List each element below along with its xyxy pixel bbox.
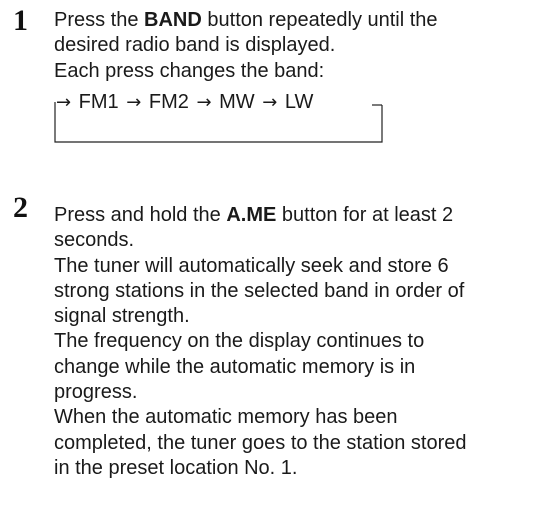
step-2-line: signal strength. (54, 305, 190, 328)
band-fm1: FM1 (78, 91, 119, 113)
step-2-line: strong stations in the selected band in … (54, 279, 465, 302)
band-cycle-row: → FM1 → FM2 → MW → LW (54, 90, 313, 115)
step-2-line-1-after: button for at least 2 (276, 204, 454, 226)
step-2-line: The frequency on the display continues t… (54, 330, 425, 353)
step-2-line: in the preset location No. 1. (54, 456, 298, 479)
cycle-arrow-icon: → (126, 92, 142, 113)
step-2-number: 2 (13, 191, 28, 224)
step-1-line-1-after: button repeatedly until the (201, 9, 438, 31)
step-2-line-1-before: Press and hold the (54, 204, 227, 226)
step-2-line-1: Press and hold the A.ME button for at le… (54, 203, 554, 228)
step-2-line: seconds. (54, 229, 135, 252)
step-1-number: 1 (13, 4, 28, 37)
step-1-line-3: Each press changes the band: (54, 59, 325, 82)
step-1-line-2: desired radio band is displayed. (54, 34, 336, 57)
band-mw: MW (219, 91, 255, 113)
step-2-line: When the automatic memory has been (54, 406, 398, 429)
step-2-line: change while the automatic memory is in (54, 355, 416, 378)
band-cycle-diagram: → FM1 → FM2 → MW → LW (54, 85, 414, 145)
cycle-arrow-icon: → (56, 92, 72, 113)
cycle-arrow-icon: → (196, 92, 212, 113)
step-2-line: completed, the tuner goes to the station… (54, 431, 467, 454)
cycle-arrow-icon: → (262, 92, 278, 113)
band-button-label: BAND (144, 9, 202, 31)
step-1-line-1: Press the BAND button repeatedly until t… (54, 8, 554, 33)
step-1-line-1-before: Press the (54, 9, 145, 31)
ame-button-label: A.ME (226, 204, 277, 226)
step-2-body: Press and hold the A.ME button for at le… (54, 203, 554, 481)
band-lw: LW (284, 91, 314, 113)
step-2-line: The tuner will automatically seek and st… (54, 254, 449, 277)
step-2-line: progress. (54, 381, 138, 404)
band-fm2: FM2 (148, 91, 189, 113)
step-1-body: Press the BAND button repeatedly until t… (54, 8, 554, 84)
